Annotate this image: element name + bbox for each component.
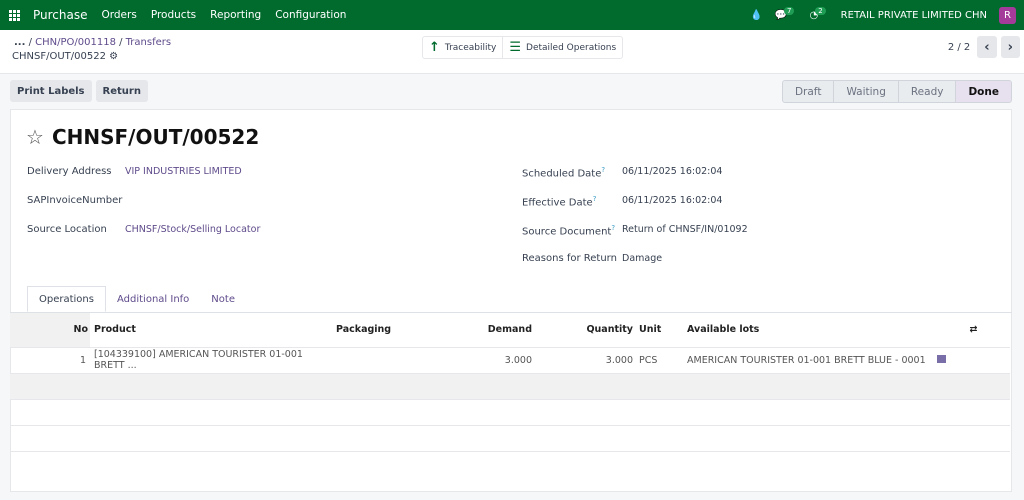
avatar[interactable]: R [999,6,1016,24]
cell-lots[interactable]: AMERICAN TOURISTER 01-001 BRETT BLUE - 0… [687,347,937,374]
pager-value[interactable]: 2 / 2 [948,42,970,53]
source-document[interactable]: Return of CHNSF/IN/01092 [622,224,748,253]
field-label: Reasons for Return [522,253,617,264]
scheduled-date[interactable]: 06/11/2025 16:02:04 [622,166,722,195]
empty-row [10,425,1010,452]
field-label: Delivery Address [27,166,112,177]
field-label: SAPInvoiceNumber [27,195,123,206]
cell-unit[interactable]: PCS [633,347,687,374]
menu-reporting[interactable]: Reporting [210,9,261,21]
menu-orders[interactable]: Orders [102,9,137,21]
pager-previous-button[interactable]: ‹ [977,36,997,58]
control-panel: ... / CHN/PO/001118 / Transfers CHNSF/OU… [0,30,1024,74]
empty-row [10,451,1010,477]
stage-done[interactable]: Done [956,81,1011,102]
field-label: Source Location [27,224,107,235]
menu-products[interactable]: Products [151,9,196,21]
breadcrumb-current: CHNSF/OUT/00522 [12,51,106,62]
detail-list-icon[interactable] [937,347,1010,374]
pager-next-button[interactable]: › [1000,36,1020,58]
tab-operations[interactable]: Operations [27,286,106,312]
col-quantity[interactable]: Quantity [532,313,633,348]
cell-demand[interactable]: 3.000 [456,347,532,374]
record-title: CHNSF/OUT/00522 [51,125,260,149]
operations-table: No Product Packaging Demand Quantity Uni… [10,312,1012,477]
effective-date: 06/11/2025 16:02:04 [622,195,723,206]
field-label: Effective Date? [522,195,597,209]
traceability-button[interactable]: ↑ Traceability [423,37,504,58]
table-row[interactable]: 1 [104339100] AMERICAN TOURISTER 01-001 … [10,347,1010,374]
col-demand[interactable]: Demand [456,313,532,348]
sap-invoice-input[interactable] [125,195,425,224]
col-available-lots[interactable]: Available lots [687,313,937,348]
top-navbar: Purchase Orders Products Reporting Confi… [0,0,1024,30]
left-fields: Delivery Address VIP INDUSTRIES LIMITED S… [27,166,425,253]
gear-icon[interactable]: ⚙ [109,51,118,62]
tab-additional-info[interactable]: Additional Info [106,286,200,312]
messages-button[interactable]: 💬7 [775,6,798,21]
stage-waiting[interactable]: Waiting [834,81,899,102]
col-unit[interactable]: Unit [633,313,687,348]
app-name[interactable]: Purchase [33,8,88,22]
activities-button[interactable]: ◔2 [809,6,828,21]
activities-badge: 2 [815,6,826,15]
source-location-link[interactable]: CHNSF/Stock/Selling Locator [125,224,260,253]
breadcrumb-po[interactable]: CHN/PO/001118 [35,37,116,48]
menu-configuration[interactable]: Configuration [275,9,346,21]
add-line-row[interactable] [10,373,1010,400]
cell-no: 1 [10,347,90,374]
breadcrumb: ... / CHN/PO/001118 / Transfers [14,37,172,48]
cell-quantity[interactable]: 3.000 [532,347,633,374]
cell-packaging[interactable] [336,347,456,374]
detailed-operations-button[interactable]: ☰ Detailed Operations [503,37,622,58]
breadcrumb-ellipsis[interactable]: ... [14,37,25,48]
breadcrumb-transfers[interactable]: Transfers [126,37,171,48]
detailed-operations-label: Detailed Operations [526,42,617,53]
col-packaging[interactable]: Packaging [336,313,456,348]
star-icon[interactable]: ☆ [26,125,44,149]
print-labels-button[interactable]: Print Labels [10,80,92,102]
return-button[interactable]: Return [95,80,148,102]
drop-icon[interactable]: 💧 [750,10,762,21]
col-no[interactable]: No [10,313,90,348]
tab-note[interactable]: Note [200,286,246,312]
apps-menu-icon[interactable] [9,9,20,21]
stage-ready[interactable]: Ready [899,81,957,102]
field-label: Source Document? [522,224,616,238]
delivery-address-link[interactable]: VIP INDUSTRIES LIMITED [125,166,242,195]
col-product[interactable]: Product [90,313,336,348]
notebook-tabs: Operations Additional Info Note [27,286,246,312]
traceability-label: Traceability [444,42,497,53]
cell-product[interactable]: [104339100] AMERICAN TOURISTER 01-001 BR… [90,347,336,374]
list-icon: ☰ [509,40,522,55]
stage-draft[interactable]: Draft [783,81,835,102]
right-fields: Scheduled Date? 06/11/2025 16:02:04 Effec… [522,166,748,282]
reasons-for-return[interactable]: Damage [622,253,662,282]
messages-badge: 7 [784,6,795,15]
empty-row [10,399,1010,426]
status-bar: Draft Waiting Ready Done [781,80,1012,103]
arrow-up-icon: ↑ [429,40,440,55]
company-switcher[interactable]: RETAIL PRIVATE LIMITED CHN [841,10,987,21]
field-label: Scheduled Date? [522,166,606,180]
column-settings-icon[interactable]: ⇄ [937,313,1010,348]
